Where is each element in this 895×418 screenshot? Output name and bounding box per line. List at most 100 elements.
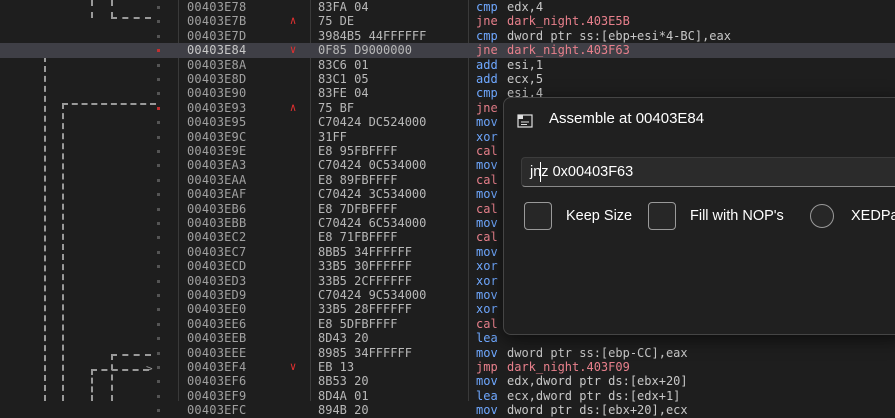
instruction-mnemonic: jne [476,100,498,115]
fill-nops-label: Fill with NOP's [690,208,784,224]
instruction-bytes: 8D4A 01 [318,388,369,403]
instruction-bytes: 83C6 01 [318,57,369,72]
breakpoint-dot[interactable] [157,222,160,225]
instruction-bytes: 8985 34FFFFFF [318,345,412,360]
breakpoint-dot[interactable] [157,351,160,355]
breakpoint-dot[interactable] [157,250,160,254]
keep-size-label: Keep Size [566,208,633,224]
instruction-bytes: 83FA 04 [318,0,369,14]
instruction-bytes: 83FE 04 [318,86,369,101]
breakpoint-dot[interactable] [157,279,160,283]
breakpoint-dot[interactable] [157,20,160,24]
instruction-row[interactable]: 00403EF4 ∨ EB 13 jmp dark_night.403F09 [0,360,895,374]
instruction-mnemonic: mov [476,216,498,230]
instruction-row[interactable]: 00403E78 83FA 04 cmp edx,4 [0,0,895,14]
instruction-bytes: 33B5 30FFFFFF [318,259,412,274]
instruction-operands: dword ptr ss:[ebp-CC],eax [507,345,688,360]
breakpoint-dot[interactable] [157,135,160,139]
breakpoint-dot[interactable] [157,193,160,197]
instruction-row[interactable]: 00403E7D 3984B5 44FFFFFF cmp dword ptr ss:[… [0,29,895,43]
instruction-address: 00403EE6 [187,316,247,331]
instruction-address: 00403ED9 [187,288,247,302]
assembly-input[interactable]: jnz 0x00403F63 [521,157,895,187]
breakpoint-dot[interactable] [157,121,160,125]
breakpoint-dot[interactable] [157,63,160,67]
instruction-bytes: E8 89FBFFFF [318,172,398,187]
keep-size-checkbox[interactable] [524,202,552,230]
breakpoint-dot[interactable] [157,322,160,326]
instruction-address: 00403EEB [187,331,247,346]
instruction-bytes: 75 BF [318,100,355,115]
fill-nops-checkbox[interactable] [648,202,676,230]
instruction-bytes: E8 71FBFFFF [318,230,398,245]
instruction-bytes: 33B5 2CFFFFFF [318,273,412,288]
breakpoint-dot[interactable] [157,106,160,110]
breakpoint-dot[interactable] [157,337,160,341]
instruction-bytes: 0F85 D9000000 [318,43,412,58]
instruction-address: 00403E7D [187,28,247,43]
instruction-address: 00403E95 [187,115,247,130]
instruction-mnemonic: jne [476,14,498,29]
breakpoint-dot[interactable] [157,207,160,211]
text-cursor [540,162,541,182]
breakpoint-dot[interactable] [157,366,160,369]
instruction-bytes: C70424 0C534000 [318,158,427,173]
instruction-mnemonic: cmp [476,0,498,14]
breakpoint-dot[interactable] [157,380,160,384]
instruction-mnemonic: xor [476,129,498,144]
breakpoint-dot[interactable] [157,150,160,153]
breakpoint-dot[interactable] [157,308,160,312]
instruction-row[interactable]: 00403EF9 8D4A 01 lea ecx,dword ptr ds:[edx+… [0,389,895,403]
instruction-mnemonic: mov [476,345,498,360]
breakpoint-dot[interactable] [157,394,160,398]
jump-up-icon: ∧ [289,14,297,28]
instruction-operands: edx,4 [507,0,544,14]
instruction-row[interactable]: 00403E84 ∨ 0F85 D9000000 jne dark_night.403F… [0,43,895,58]
instruction-mnemonic: cal [476,316,498,331]
jump-down-icon: ∨ [289,43,297,57]
instruction-operands: esi,1 [507,57,544,72]
breakpoint-dot[interactable] [157,294,160,297]
instruction-operands: dark_night.403E5B [507,14,630,29]
instruction-operands: dark_night.403F63 [507,43,630,58]
instruction-bytes: 31FF [318,129,347,144]
instruction-bytes: E8 7DFBFFFF [318,201,398,216]
instruction-row[interactable]: 00403EEE 8985 34FFFFFF mov dword ptr ss:[eb… [0,346,895,360]
breakpoint-dot[interactable] [157,164,160,168]
breakpoint-dot[interactable] [157,265,160,269]
instruction-row[interactable]: 00403EFC 894B 20 mov dword ptr ds:[ebx+20],… [0,403,895,417]
instruction-mnemonic: cmp [476,28,498,43]
dialog-title: Assemble at 00403E84 [549,110,705,127]
instruction-address: 00403EF9 [187,388,247,403]
instruction-address: 00403E9E [187,144,247,158]
instruction-operands: ecx,dword ptr ds:[edx+1] [507,388,681,403]
breakpoint-dot[interactable] [157,178,160,182]
instruction-bytes: 83C1 05 [318,72,369,86]
xedparse-radio[interactable] [810,204,834,228]
instruction-mnemonic: mov [476,115,498,130]
instruction-address: 00403EC2 [187,230,247,245]
instruction-mnemonic: mov [476,187,498,202]
breakpoint-dot[interactable] [157,409,160,413]
instruction-row[interactable]: 00403EF6 8B53 20 mov edx,dword ptr ds:[ebx+… [0,374,895,388]
instruction-address: 00403EAA [187,172,247,187]
instruction-bytes: C70424 DC524000 [318,115,427,130]
xedparse-label: XEDParse [851,208,895,224]
breakpoint-dot[interactable] [157,236,160,240]
instruction-mnemonic: cal [476,172,498,187]
instruction-address: 00403E8A [187,57,247,72]
instruction-bytes: 8D43 20 [318,331,369,346]
breakpoint-dot[interactable] [157,78,160,81]
instruction-row[interactable]: 00403E8D 83C1 05 add ecx,5 [0,72,895,86]
instruction-bytes: 33B5 28FFFFFF [318,302,412,317]
instruction-operands: dword ptr ss:[ebp+esi*4-BC],eax [507,28,731,43]
breakpoint-dot[interactable] [157,49,160,53]
instruction-mnemonic: xor [476,259,498,274]
instruction-bytes: 8B53 20 [318,374,369,389]
instruction-row[interactable]: 00403E7B ∧ 75 DE jne dark_night.403E5B [0,14,895,28]
instruction-row[interactable]: 00403E8A 83C6 01 add esi,1 [0,58,895,72]
breakpoint-dot[interactable] [157,6,160,9]
breakpoint-dot[interactable] [157,92,160,96]
breakpoint-dot[interactable] [157,34,160,38]
instruction-mnemonic: jne [476,43,498,58]
